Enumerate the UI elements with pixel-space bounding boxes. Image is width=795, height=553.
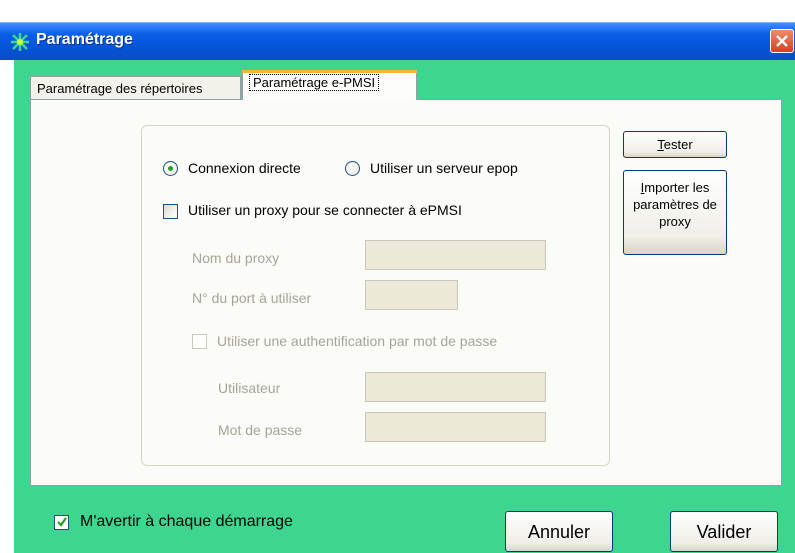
use-proxy-label: Utiliser un proxy pour se connecter à eP… — [188, 202, 462, 218]
settings-window: Paramétrage Paramétrage des répertoires … — [0, 0, 795, 553]
close-button[interactable] — [770, 29, 794, 53]
validate-button[interactable]: Valider — [670, 511, 778, 552]
radio-direct-connection[interactable] — [163, 161, 178, 176]
app-icon — [11, 33, 29, 51]
import-button-line1: Importer les — [624, 179, 726, 196]
password-label: Mot de passe — [218, 422, 303, 438]
use-proxy-checkbox[interactable] — [163, 204, 178, 219]
window-title: Paramétrage — [36, 31, 133, 48]
password-field[interactable] — [365, 412, 546, 442]
tab-active-highlight — [242, 70, 417, 73]
tab-epmsi-label: Paramétrage e-PMSI — [249, 74, 380, 91]
proxy-name-field[interactable] — [365, 240, 546, 270]
radio-direct-label: Connexion directe — [188, 160, 301, 176]
close-icon — [776, 35, 788, 47]
desktop-background-left — [0, 0, 14, 553]
cancel-button[interactable]: Annuler — [505, 511, 613, 552]
title-bar[interactable]: Paramétrage — [0, 22, 795, 60]
import-button-line3: proxy — [659, 214, 691, 229]
checkmark-icon — [57, 517, 67, 527]
radio-epop-server[interactable] — [345, 161, 360, 176]
proxy-port-label: N° du port à utiliser — [192, 290, 312, 306]
test-button[interactable]: Tester — [623, 131, 727, 158]
radio-selected-dot — [168, 166, 173, 171]
password-auth-checkbox[interactable] — [192, 334, 207, 349]
test-button-label: ester — [663, 137, 693, 152]
user-label: Utilisateur — [218, 380, 281, 396]
warn-on-startup-checkbox[interactable] — [54, 515, 69, 530]
tab-directories[interactable]: Paramétrage des répertoires — [30, 76, 241, 100]
proxy-name-label: Nom du proxy — [192, 250, 280, 266]
validate-button-label: Valider — [696, 522, 752, 542]
tab-directories-label: Paramétrage des répertoires — [37, 81, 203, 96]
warn-on-startup-label: M'avertir à chaque démarrage — [80, 513, 293, 530]
proxy-port-field[interactable] — [365, 280, 458, 310]
import-button-line2: paramètres de — [633, 197, 717, 212]
radio-epop-label: Utiliser un serveur epop — [370, 160, 518, 176]
import-button-line1-text: mporter les — [644, 180, 710, 195]
user-field[interactable] — [365, 372, 546, 402]
import-proxy-settings-button[interactable]: Importer les paramètres de proxy — [623, 170, 727, 255]
tab-epmsi[interactable]: Paramétrage e-PMSI — [242, 70, 417, 100]
desktop-background — [0, 0, 795, 22]
cancel-button-label: Annuler — [527, 522, 591, 542]
password-auth-label: Utiliser une authentification par mot de… — [217, 333, 498, 349]
